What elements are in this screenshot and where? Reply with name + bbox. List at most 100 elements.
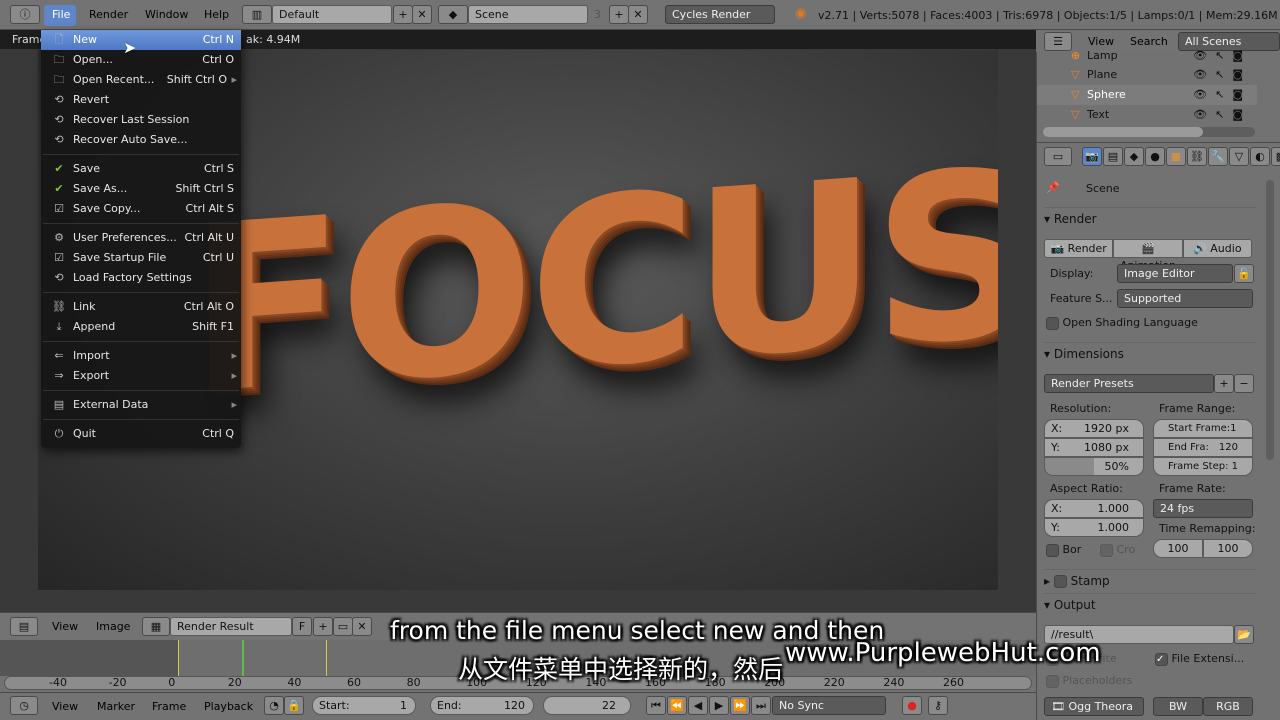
feature-set-select[interactable]: Supported (1117, 289, 1253, 308)
visibility-icons[interactable]: 👁↖◙ (1193, 105, 1251, 125)
scene-selector[interactable]: Scene (468, 5, 588, 24)
menu-image[interactable]: Image (96, 620, 130, 633)
bw-button[interactable]: BW (1153, 697, 1203, 716)
remove-scene-button[interactable]: ✕ (628, 5, 648, 24)
stamp-panel-header[interactable]: ▸ Stamp (1044, 569, 1256, 591)
menu-item-new[interactable]: 🗋 New Ctrl N (41, 30, 241, 50)
timeline-menu-frame[interactable]: Frame (152, 700, 186, 713)
current-frame-line[interactable] (242, 640, 244, 676)
keying-icon[interactable]: ⚷ (928, 696, 948, 715)
preview-range-icon[interactable]: ◔ (264, 696, 284, 715)
start-frame-field[interactable]: Start: 1 (312, 696, 416, 715)
unlink-image-button[interactable]: ✕ (352, 617, 372, 636)
menu-item-user-preferences[interactable]: ⚙ User Preferences... Ctrl Alt U (41, 228, 241, 248)
remap-new-field[interactable]: 100 (1203, 539, 1253, 558)
menu-item-external-data[interactable]: ▤ External Data ▸ (41, 395, 241, 415)
visibility-icons[interactable]: 👁↖◙ (1193, 46, 1251, 66)
lock-icon[interactable]: 🔒 (284, 696, 304, 715)
file-extensions-checkbox[interactable]: ✓ File Extensi... (1155, 652, 1244, 666)
crop-checkbox[interactable]: Cro (1100, 543, 1135, 557)
menu-file[interactable]: File (52, 8, 70, 21)
placeholders-checkbox[interactable]: Placeholders (1046, 674, 1133, 688)
render-presets-select[interactable]: Render Presets (1044, 374, 1214, 393)
menu-item-recover-last-session[interactable]: ⟲ Recover Last Session (41, 110, 241, 130)
resolution-y-field[interactable]: Y: 1080 px (1044, 438, 1144, 457)
add-preset-button[interactable]: + (1214, 374, 1234, 393)
visibility-icons[interactable]: 👁↖◙ (1193, 85, 1251, 105)
sync-mode-select[interactable]: No Sync (772, 696, 886, 715)
remove-preset-button[interactable]: − (1234, 374, 1254, 393)
pin-icon[interactable]: 📌 (1046, 181, 1060, 194)
tab-texture-icon[interactable]: ▩ (1271, 147, 1280, 166)
play-reverse-icon[interactable]: ◀ (688, 696, 708, 715)
outliner-row-lamp[interactable]: ⊕ Lamp 👁↖◙ (1037, 46, 1257, 66)
menu-item-load-factory-settings[interactable]: ⟲ Load Factory Settings (41, 268, 241, 288)
add-scene-button[interactable]: + (609, 5, 629, 24)
end-frame-field[interactable]: End: 120 (430, 696, 534, 715)
aspect-y-field[interactable]: Y: 1.000 (1044, 518, 1144, 537)
aspect-x-field[interactable]: X: 1.000 (1044, 499, 1144, 518)
image-name-field[interactable]: Render Result (170, 617, 292, 636)
next-keyframe-icon[interactable]: ⏩ (730, 696, 750, 715)
frame-rate-select[interactable]: 24 fps (1153, 499, 1253, 518)
tab-scene-icon[interactable]: ◆ (1124, 147, 1144, 166)
audio-button[interactable]: 🔊 Audio (1182, 239, 1252, 258)
start-frame-prop-field[interactable]: Start Frame:1 (1153, 419, 1253, 438)
tab-layers-icon[interactable]: ▤ (1103, 147, 1123, 166)
tab-object-icon[interactable]: ■ (1166, 147, 1186, 166)
border-checkbox[interactable]: Bor (1046, 543, 1081, 557)
rgb-button[interactable]: RGB (1203, 697, 1253, 716)
menu-item-quit[interactable]: ⏻ Quit Ctrl Q (41, 424, 241, 444)
menu-help[interactable]: Help (204, 8, 229, 21)
layout-icon[interactable]: ▥ (242, 5, 272, 24)
outliner-row-sphere[interactable]: ▽ Sphere 👁↖◙ (1037, 85, 1257, 105)
outliner-row-text[interactable]: ▽ Text 👁↖◙ (1037, 105, 1257, 125)
scene-icon[interactable]: ◆ (438, 5, 468, 24)
record-icon[interactable]: ● (902, 696, 922, 715)
menu-window[interactable]: Window (145, 8, 188, 21)
open-image-button[interactable]: ▭ (333, 617, 353, 636)
tab-modifiers-icon[interactable]: 🔧 (1208, 147, 1228, 166)
menu-item-recover-auto-save[interactable]: ⟲ Recover Auto Save... (41, 130, 241, 150)
menu-item-export[interactable]: ⇒ Export ▸ (41, 366, 241, 386)
menu-item-save-as[interactable]: ✔ Save As... Shift Ctrl S (41, 179, 241, 199)
menu-render[interactable]: Render (89, 8, 128, 21)
play-icon[interactable]: ▶ (709, 696, 729, 715)
new-image-button[interactable]: + (313, 617, 333, 636)
menu-item-import[interactable]: ⇐ Import ▸ (41, 346, 241, 366)
editor-type-icon[interactable]: ▤ (10, 617, 38, 636)
tab-data-icon[interactable]: ▽ (1229, 147, 1249, 166)
current-frame-field[interactable]: 22 (543, 696, 631, 715)
menu-view[interactable]: View (52, 620, 78, 633)
menu-item-save-copy[interactable]: ☑ Save Copy... Ctrl Alt S (41, 199, 241, 219)
menu-item-link[interactable]: ⛓ Link Ctrl Alt O (41, 297, 241, 317)
animation-button[interactable]: 🎬Animation (1113, 239, 1183, 272)
display-select[interactable]: Image Editor (1117, 264, 1233, 283)
render-button[interactable]: 📷 Render (1044, 239, 1114, 258)
properties-editor-icon[interactable]: ▭ (1044, 147, 1072, 166)
menu-item-open-recent[interactable]: 🗀 Open Recent... Shift Ctrl O ▸ (41, 70, 241, 90)
render-engine-select[interactable]: Cycles Render (665, 5, 775, 24)
jump-end-icon[interactable]: ⏭ (751, 696, 771, 715)
timeline-menu-view[interactable]: View (52, 700, 78, 713)
frame-step-field[interactable]: Frame Step: 1 (1153, 457, 1253, 476)
fake-user-button[interactable]: F (292, 617, 312, 636)
outliner-row-plane[interactable]: ▽ Plane 👁↖◙ (1037, 65, 1257, 85)
dimensions-panel-header[interactable]: ▾ Dimensions (1044, 342, 1256, 364)
tab-material-icon[interactable]: ◐ (1250, 147, 1270, 166)
resolution-x-field[interactable]: X: 1920 px (1044, 419, 1144, 438)
visibility-icons[interactable]: 👁↖◙ (1193, 65, 1251, 85)
properties-scrollbar[interactable] (1266, 180, 1274, 460)
menu-item-open[interactable]: 🗀 Open... Ctrl O (41, 50, 241, 70)
file-format-select[interactable]: 🎞 Ogg Theora (1044, 697, 1144, 716)
folder-browse-icon[interactable]: 📂 (1234, 625, 1254, 644)
jump-start-icon[interactable]: ⏮ (646, 696, 666, 715)
menu-item-save-startup-file[interactable]: ☑ Save Startup File Ctrl U (41, 248, 241, 268)
remap-old-field[interactable]: 100 (1153, 539, 1203, 558)
tab-render-icon[interactable]: 📷 (1082, 147, 1102, 166)
menu-item-save[interactable]: ✔ Save Ctrl S (41, 159, 241, 179)
timeline-menu-playback[interactable]: Playback (204, 700, 253, 713)
outliner-hscrollbar[interactable] (1043, 127, 1255, 137)
resolution-percentage-slider[interactable]: 50% (1044, 457, 1144, 476)
lock-interface-icon[interactable]: 🔓 (1234, 264, 1254, 283)
